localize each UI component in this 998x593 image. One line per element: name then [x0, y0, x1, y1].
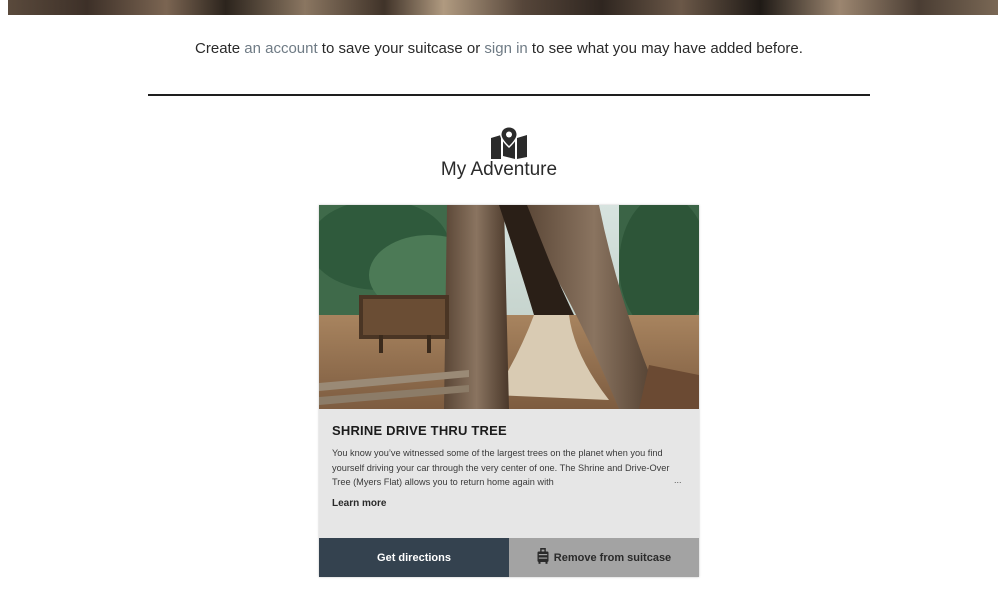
account-notice: Create an account to save your suitcase … [0, 40, 998, 57]
attraction-description: You know you’ve witnessed some of the la… [332, 448, 670, 487]
section-divider [148, 94, 870, 96]
hero-image-strip [8, 0, 998, 15]
notice-suffix: to see what you may have added before. [527, 40, 803, 57]
description-ellipsis: ... [674, 475, 682, 485]
get-directions-button[interactable]: Get directions [319, 538, 509, 577]
sign-in-link[interactable]: sign in [484, 40, 527, 57]
attraction-title: SHRINE DRIVE THRU TREE [332, 423, 507, 438]
map-marker-icon [491, 126, 527, 159]
notice-prefix: Create [195, 40, 245, 57]
suitcase-icon [537, 548, 549, 564]
attraction-card: SHRINE DRIVE THRU TREE You know you’ve w… [319, 205, 699, 577]
learn-more-link[interactable]: Learn more [332, 498, 386, 509]
create-account-link[interactable]: an account [244, 40, 317, 57]
remove-from-suitcase-button[interactable]: Remove from suitcase [509, 538, 699, 577]
attraction-photo [319, 205, 699, 409]
notice-middle: to save your suitcase or [317, 40, 485, 57]
remove-from-suitcase-label: Remove from suitcase [553, 551, 672, 564]
get-directions-label: Get directions [377, 551, 451, 564]
adventure-title: My Adventure [440, 159, 558, 180]
